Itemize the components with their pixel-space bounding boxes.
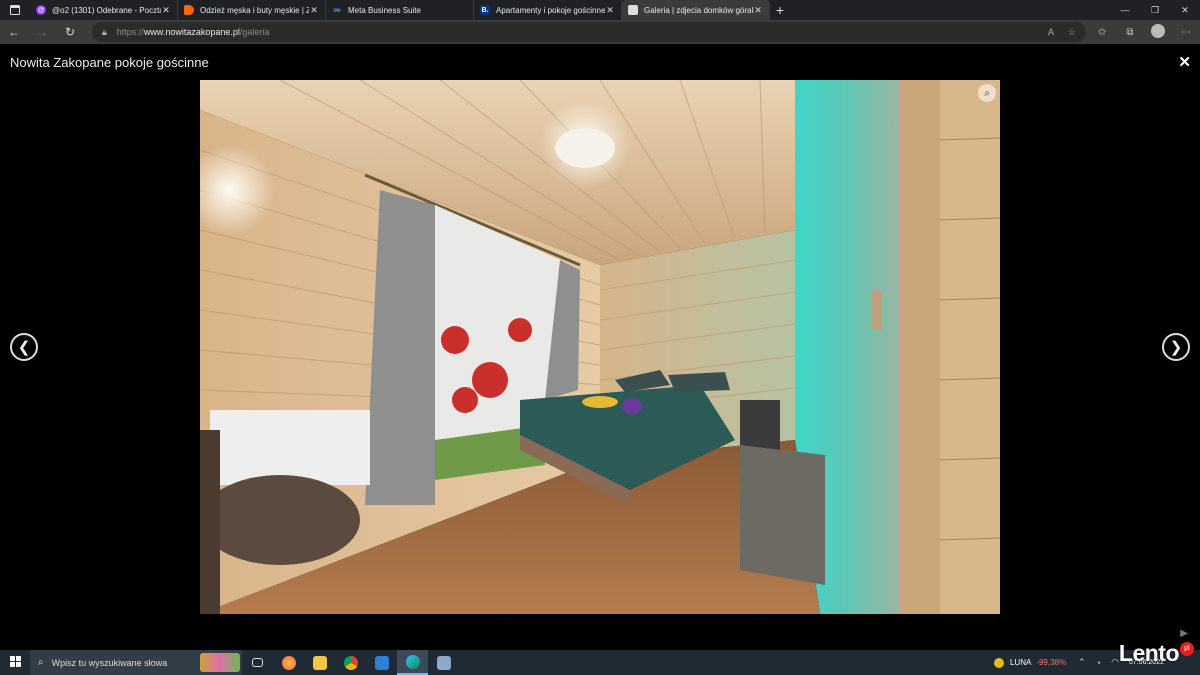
url-host: www.nowitazakopane.pl — [143, 27, 240, 37]
file-explorer-icon[interactable] — [304, 650, 335, 675]
tab-o2-mail[interactable]: @ @o2 (1301) Odebrane - Poczta o2 ✕ — [30, 0, 178, 20]
url-path: /galeria — [239, 27, 270, 37]
chevron-up-icon[interactable]: ⌃ — [1078, 657, 1086, 668]
tab-meta[interactable]: ∞ Meta Business Suite — [326, 0, 474, 20]
network-icon[interactable]: ◔ — [1096, 658, 1101, 668]
window-controls: — ❐ ✕ — [1110, 0, 1200, 20]
taskbar-search-input[interactable]: ⌕ Wpisz tu wyszukiwane słowa — [30, 650, 242, 675]
profile-icon[interactable] — [1144, 23, 1172, 41]
close-tab-icon[interactable]: ✕ — [161, 5, 171, 16]
zoom-icon[interactable]: ⌕ — [978, 84, 996, 102]
crypto-label: LUNA — [1009, 658, 1032, 667]
address-bar[interactable]: 🔒︎ https://www.nowitazakopane.pl/galeria… — [92, 22, 1086, 42]
close-tab-icon[interactable]: ✕ — [753, 5, 763, 16]
wooden-bedroom-photo: ⌕ — [200, 80, 1000, 614]
browser-toolbar: ← → ↻ 🔒︎ https://www.nowitazakopane.pl/g… — [0, 20, 1200, 44]
add-favorite-icon[interactable]: ☆ — [1068, 27, 1076, 38]
play-slideshow-icon[interactable]: ▶ — [1180, 628, 1188, 639]
previous-photo-button[interactable]: ❮ — [10, 333, 38, 361]
tab-title: Galeria | zdjecia domków góralsk — [644, 5, 753, 15]
bedroom-illustration — [200, 80, 1000, 614]
task-view-icon[interactable] — [242, 650, 273, 675]
search-highlight-icon — [200, 653, 240, 672]
taskbar: ⌕ Wpisz tu wyszukiwane słowa LUNA -99,38… — [0, 650, 1200, 675]
tab-title: Meta Business Suite — [348, 5, 421, 15]
menu-icon[interactable]: ⋯ — [1172, 27, 1200, 38]
refresh-icon[interactable]: ↻ — [56, 25, 84, 39]
close-icon[interactable]: ✕ — [1178, 53, 1191, 71]
close-tab-icon[interactable]: ✕ — [309, 5, 319, 16]
booking-icon: B. — [480, 5, 490, 15]
restore-icon[interactable]: ❐ — [1140, 0, 1170, 20]
mail-icon[interactable] — [366, 650, 397, 675]
o2-mail-icon: @ — [36, 5, 46, 15]
windows-start-icon[interactable] — [0, 655, 30, 670]
tab-zalando[interactable]: Odzież męska i buty męskie | Zal ✕ — [178, 0, 326, 20]
new-tab-button[interactable]: + — [770, 2, 790, 18]
toolbar-right: ✩ ⧉ ⋯ — [1088, 20, 1200, 44]
lento-watermark: Lento pl — [1119, 640, 1194, 667]
url-text: https://www.nowitazakopane.pl/galeria — [117, 27, 270, 37]
crypto-change: -99,38% — [1036, 658, 1067, 667]
search-icon: ⌕ — [38, 657, 44, 668]
zalando-icon — [184, 5, 194, 15]
favorites-icon[interactable]: ✩ — [1088, 27, 1116, 38]
page-icon — [628, 5, 638, 15]
close-window-icon[interactable]: ✕ — [1170, 0, 1200, 20]
wifi-icon[interactable]: ◠ — [1111, 657, 1119, 668]
tab-galeria[interactable]: Galeria | zdjecia domków góralsk ✕ — [622, 0, 770, 20]
tab-title: Odzież męska i buty męskie | Zal — [200, 5, 309, 15]
firefox-icon[interactable] — [273, 650, 304, 675]
meta-icon: ∞ — [333, 4, 341, 16]
watermark-badge: pl — [1180, 641, 1194, 656]
url-prefix: https:// — [116, 27, 144, 37]
search-placeholder: Wpisz tu wyszukiwane słowa — [51, 657, 168, 668]
luna-coin-icon — [993, 657, 1004, 668]
read-aloud-icon[interactable]: A — [1048, 27, 1054, 37]
lock-icon[interactable]: 🔒︎ — [102, 27, 107, 38]
tab-title: @o2 (1301) Odebrane - Poczta o2 — [52, 5, 161, 15]
tab-title: Apartamenty i pokoje gościnne N — [496, 5, 605, 15]
edge-icon[interactable] — [397, 650, 428, 675]
forward-icon[interactable]: → — [28, 25, 56, 39]
close-tab-icon[interactable]: ✕ — [605, 5, 615, 16]
watermark-text: Lento — [1118, 640, 1180, 666]
tab-actions-icon[interactable] — [0, 0, 30, 20]
back-icon[interactable]: ← — [0, 25, 28, 39]
minimize-icon[interactable]: — — [1110, 0, 1140, 20]
gallery-title: Nowita Zakopane pokoje gościnne — [10, 55, 209, 70]
tab-strip: @ @o2 (1301) Odebrane - Poczta o2 ✕ Odzi… — [0, 0, 1200, 20]
next-photo-button[interactable]: ❯ — [1162, 333, 1190, 361]
collections-icon[interactable]: ⧉ — [1116, 27, 1144, 38]
tab-booking[interactable]: B. Apartamenty i pokoje gościnne N ✕ — [474, 0, 622, 20]
chrome-icon[interactable] — [335, 650, 366, 675]
app-icon[interactable] — [428, 650, 459, 675]
